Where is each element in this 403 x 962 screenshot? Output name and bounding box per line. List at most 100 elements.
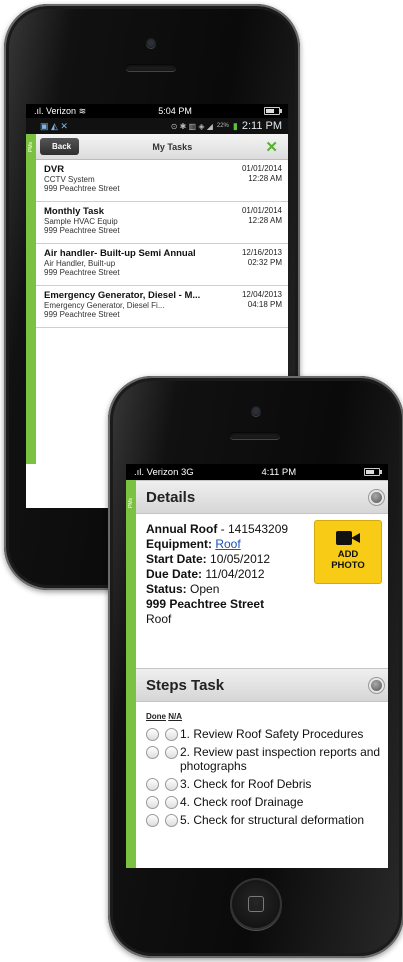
video-camera-icon: [336, 531, 360, 545]
steps-title: Steps Task: [146, 676, 225, 694]
na-column-header: N/A: [168, 712, 183, 721]
step-text: 3. Check for Roof Debris: [180, 777, 312, 791]
collapse-toggle-icon[interactable]: [371, 491, 382, 503]
front-phone: .ıl. Verizon 3G 4:11 PM PMs Details Annu…: [108, 376, 403, 958]
done-column-header: Done: [146, 712, 166, 721]
done-radio[interactable]: [146, 746, 159, 759]
home-square-icon: [248, 896, 264, 912]
na-radio[interactable]: [165, 778, 178, 791]
task-row[interactable]: Emergency Generator, Diesel - M... Emerge…: [26, 286, 288, 328]
done-radio[interactable]: [146, 728, 159, 741]
back-button[interactable]: Back: [40, 138, 80, 155]
home-button[interactable]: [230, 878, 282, 930]
step-item: 4. Check roof Drainage: [146, 795, 382, 809]
ios-status-bar: .ıl. Verizon ≋ 5:04 PM: [26, 104, 288, 118]
task-equipment: Sample HVAC Equip: [44, 217, 118, 226]
na-radio[interactable]: [165, 728, 178, 741]
task-id: 141543209: [228, 522, 289, 536]
task-title: Monthly Task: [44, 206, 104, 217]
task-title: DVR: [44, 164, 65, 175]
equipment-link[interactable]: Roof: [215, 537, 240, 551]
step-item: 1. Review Roof Safety Procedures: [146, 727, 382, 741]
signal-icon: .ıl.: [34, 105, 44, 116]
task-title: Air handler- Built-up Semi Annual: [44, 248, 196, 259]
earpiece-speaker: [230, 432, 280, 439]
task-equipment: CCTV System: [44, 175, 95, 184]
task-date: 12/16/2013: [241, 248, 282, 257]
collapse-toggle-icon[interactable]: [371, 679, 382, 691]
done-radio[interactable]: [146, 796, 159, 809]
done-radio[interactable]: [146, 778, 159, 791]
step-item: 5. Check for structural deformation: [146, 813, 382, 827]
task-date: 12/04/2013: [241, 290, 282, 299]
na-radio[interactable]: [165, 796, 178, 809]
carrier-label: Verizon: [146, 466, 179, 478]
na-radio[interactable]: [165, 746, 178, 759]
start-date-label: Start Date:: [146, 552, 207, 566]
battery-icon: [264, 107, 282, 115]
steps-column-headers: Done N/A: [146, 712, 382, 721]
carrier-label: Verizon: [46, 105, 77, 116]
task-time: 04:18 PM: [247, 300, 282, 309]
add-photo-button[interactable]: ADD PHOTO: [314, 520, 382, 584]
system-icons: ⊙ ✱ ▥ ◈ ◢: [170, 121, 213, 131]
notification-icons: ▣ ◭ ✕: [40, 120, 68, 131]
due-date-value: 11/04/2012: [205, 567, 265, 581]
task-detail-screen: .ıl. Verizon 3G 4:11 PM PMs Details Annu…: [126, 464, 388, 868]
equipment-label: Equipment:: [146, 537, 212, 551]
steps-section-header[interactable]: Steps Task: [126, 668, 388, 702]
task-time: 02:32 PM: [247, 258, 282, 267]
task-date: 01/01/2014: [241, 206, 282, 215]
task-equipment: Air Handler, Built-up: [44, 259, 116, 268]
earpiece-speaker: [126, 64, 176, 71]
battery-icon: [364, 468, 382, 476]
task-address: 999 Peachtree Street: [44, 268, 120, 277]
battery-charging-icon: ▮: [232, 120, 238, 131]
detail-content: PMs Details Annual Roof - 141543209 Equi…: [126, 480, 388, 868]
task-row[interactable]: DVR CCTV System 999 Peachtree Street 01/01…: [26, 160, 288, 202]
details-body: Annual Roof - 141543209 Equipment: Roof …: [126, 514, 388, 634]
task-time: 12:28 AM: [248, 174, 282, 183]
add-photo-label-2: PHOTO: [331, 560, 365, 571]
site-location: Roof: [146, 612, 172, 626]
step-text: 1. Review Roof Safety Procedures: [180, 727, 364, 741]
task-row[interactable]: Monthly Task Sample HVAC Equip 999 Peachtr…: [26, 202, 288, 244]
task-time: 12:28 AM: [248, 216, 282, 225]
done-radio[interactable]: [146, 814, 159, 827]
tools-icon[interactable]: ✕: [265, 138, 278, 156]
task-list: PMs DVR CCTV System 999 Peachtree Street 0…: [26, 134, 288, 464]
step-item: 2. Review past inspection reports and ph…: [146, 745, 382, 773]
status-label: Status:: [146, 582, 187, 596]
due-date-label: Due Date:: [146, 567, 203, 581]
step-text: 2. Review past inspection reports and ph…: [180, 745, 381, 773]
battery-percent: 22%: [216, 123, 229, 129]
ios-status-bar: .ıl. Verizon 3G 4:11 PM: [126, 464, 388, 480]
status-time: 5:04 PM: [158, 106, 192, 116]
task-equipment: Emergency Generator, Diesel Fi...: [44, 301, 165, 310]
signal-icon: .ıl.: [134, 466, 145, 478]
android-status-bar: ▣ ◭ ✕ ⊙ ✱ ▥ ◈ ◢ 22% ▮ 2:11 PM: [26, 118, 288, 134]
details-section-header[interactable]: Details: [126, 480, 388, 514]
wifi-icon: ≋: [78, 105, 87, 116]
front-camera: [146, 38, 156, 48]
task-date: 01/01/2014: [241, 164, 282, 173]
my-tasks-header: Back My Tasks ✕: [26, 134, 288, 160]
status-time: 4:11 PM: [261, 466, 297, 478]
na-radio[interactable]: [165, 814, 178, 827]
task-title: Emergency Generator, Diesel - M...: [44, 290, 201, 301]
add-photo-label-1: ADD: [337, 549, 359, 560]
details-title: Details: [146, 488, 196, 506]
task-address: 999 Peachtree Street: [44, 310, 120, 319]
start-date-value: 10/05/2012: [210, 552, 271, 566]
task-name: Annual Roof: [146, 522, 218, 536]
front-camera: [251, 406, 261, 416]
steps-body: Done N/A 1. Review Roof Safety Procedure…: [126, 702, 388, 827]
step-text: 5. Check for structural deformation: [180, 813, 365, 827]
page-title: My Tasks: [152, 141, 193, 152]
step-item: 3. Check for Roof Debris: [146, 777, 382, 791]
task-row[interactable]: Air handler- Built-up Semi Annual Air Han…: [26, 244, 288, 286]
task-address: 999 Peachtree Street: [44, 226, 120, 235]
pms-side-tab[interactable]: PMs: [26, 134, 36, 464]
network-label: 3G: [181, 466, 194, 478]
status-value: Open: [190, 582, 220, 596]
